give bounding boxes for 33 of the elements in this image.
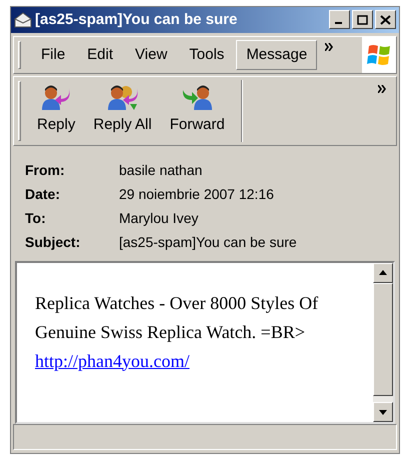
menu-item[interactable]: File [31, 40, 76, 70]
menu-item[interactable]: Tools [179, 40, 234, 70]
header-value: basile nathan [119, 160, 204, 180]
scroll-down-icon[interactable] [379, 410, 387, 415]
forward-icon [180, 84, 214, 112]
scroll-thumb[interactable] [373, 282, 393, 396]
header-value: Marylou Ivey [119, 208, 200, 228]
header-label: Subject: [25, 232, 82, 252]
message-link[interactable]: http://phan4you.com/ [35, 350, 190, 371]
chevron-icon[interactable] [325, 42, 336, 51]
window-title: [as25-spam]You can be sure [35, 10, 238, 30]
menu-item[interactable]: Edit [77, 40, 124, 70]
scrollbar[interactable] [373, 262, 393, 422]
maximize-button[interactable] [352, 10, 373, 30]
menu-item[interactable]: View [125, 40, 178, 70]
close-button[interactable] [375, 10, 396, 30]
header-value: 29 noiembrie 2007 12:16 [119, 184, 275, 204]
toolbar-button[interactable]: Reply All [91, 76, 154, 145]
envelope-icon [14, 12, 32, 28]
message-text: Replica Watches - Over 8000 Styles Of Genuine Swiss Replica Watch. =BR> [35, 292, 320, 344]
menu-item[interactable]: Message [236, 40, 318, 70]
header-label: To: [25, 208, 47, 228]
maximize-icon [357, 14, 368, 25]
close-icon [380, 14, 391, 25]
header-label: From: [25, 160, 66, 180]
minimize-button[interactable] [329, 10, 350, 30]
minimize-icon [335, 22, 342, 24]
chevron-icon[interactable] [378, 84, 388, 93]
toolbar-button[interactable]: Forward [168, 76, 227, 145]
header-value: [as25-spam]You can be sure [119, 232, 298, 252]
scroll-up-icon[interactable] [379, 270, 387, 276]
header-label: Date: [25, 184, 62, 204]
toolbar-button[interactable]: Reply [35, 76, 78, 145]
